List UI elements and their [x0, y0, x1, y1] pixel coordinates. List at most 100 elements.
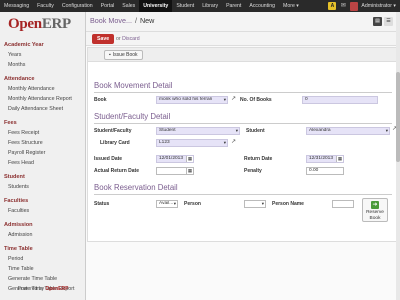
return-date-label: Return Date: [244, 156, 273, 162]
student-faculty-label: Student/Faculty: [94, 128, 132, 134]
form-sheet: ▪ Issue Book Book Movement Detail Book m…: [87, 47, 399, 242]
sidebar-item[interactable]: Students: [0, 182, 86, 192]
top-menu-item[interactable]: University: [139, 0, 173, 12]
sidebar-heading: Student: [4, 174, 25, 180]
sidebar-item[interactable]: Monthly Attendance Report: [0, 94, 86, 104]
arrow-right-icon: ➜: [371, 201, 379, 209]
student-faculty-select[interactable]: Student ▾: [156, 127, 240, 135]
student-field[interactable]: Alexandra ▾: [306, 127, 390, 135]
top-menu-item[interactable]: Parent: [222, 0, 245, 12]
top-menu: Messaging Faculty Configuration Portal Sales…: [0, 0, 303, 12]
chevron-down-icon[interactable]: ▾: [386, 128, 388, 134]
section-divider: [94, 92, 392, 93]
num-books-value: 0: [305, 97, 308, 102]
external-link-icon[interactable]: ↗: [231, 139, 237, 145]
library-card-field[interactable]: L123 ▾: [156, 139, 228, 147]
sidebar-item[interactable]: Fees Head: [0, 158, 86, 168]
chevron-down-icon[interactable]: ▾: [224, 140, 226, 146]
list-view-icon[interactable]: ☰: [384, 17, 393, 26]
person-name-field[interactable]: [332, 200, 354, 208]
sidebar-group: Attendance Monthly Attendance Monthly Atte…: [0, 74, 86, 114]
person-select[interactable]: ▾: [244, 200, 266, 208]
logo-brand: ERP: [41, 16, 71, 32]
issue-book-label: Issue Book: [112, 51, 138, 58]
library-card-value: L123: [159, 140, 170, 145]
or-text: or: [116, 36, 121, 42]
penalty-value: 0.00: [309, 168, 319, 173]
book-value: monk who sold his ferrari: [159, 97, 213, 102]
book-icon: ▪: [109, 51, 111, 58]
chevron-down-icon[interactable]: ▾: [262, 201, 264, 207]
reserve-book-button[interactable]: ➜ Reserve Book: [362, 198, 388, 222]
calendar-icon[interactable]: ▦: [336, 156, 343, 162]
action-bar: Save or Discard: [86, 32, 400, 46]
top-menu-item[interactable]: More ▾: [279, 0, 303, 12]
top-menu-item[interactable]: Messaging: [0, 0, 33, 12]
sidebar-heading: Admission: [4, 222, 33, 228]
avatar[interactable]: [350, 1, 359, 11]
penalty-label: Penalty: [244, 168, 262, 174]
chevron-down-icon[interactable]: ▾: [236, 128, 238, 134]
book-reservation-title: Book Reservation Detail: [94, 183, 178, 192]
discard-button[interactable]: Discard: [122, 36, 140, 42]
sidebar-item[interactable]: Period: [0, 254, 86, 264]
issued-date-field[interactable]: 12/01/2013 ▦: [156, 155, 194, 163]
sidebar-item[interactable]: Payroll Register: [0, 148, 86, 158]
chevron-down-icon[interactable]: ▾: [224, 97, 226, 103]
breadcrumb-separator: /: [134, 16, 137, 25]
sidebar-item[interactable]: Admission: [0, 230, 86, 240]
sidebar: OpenERP Academic Year Years Months Attendan…: [0, 12, 86, 300]
reserve-label-line2: Book: [369, 215, 381, 221]
calendar-icon[interactable]: ▦: [186, 168, 193, 174]
sidebar-item[interactable]: Fees Receipt: [0, 128, 86, 138]
num-books-field[interactable]: 0: [302, 96, 378, 104]
actual-return-date-field[interactable]: ▦: [156, 167, 194, 175]
sidebar-item[interactable]: Fees Structure: [0, 138, 86, 148]
powered-by-brand[interactable]: OpenERP: [45, 286, 68, 292]
sidebar-item[interactable]: Generate Time Table: [0, 274, 86, 284]
scrollbar-thumb[interactable]: [396, 72, 400, 162]
breadcrumb-parent[interactable]: Book Move...: [90, 16, 132, 25]
status-select[interactable]: Avail... ▾: [156, 200, 178, 208]
sidebar-group: Student Students: [0, 172, 86, 192]
chat-icon[interactable]: ✉: [339, 2, 347, 10]
sidebar-item[interactable]: Months: [0, 60, 86, 70]
book-movement-title: Book Movement Detail: [94, 81, 173, 90]
sidebar-item[interactable]: Time Table: [0, 264, 86, 274]
discard-area: or Discard: [116, 34, 140, 44]
save-button[interactable]: Save: [92, 34, 115, 44]
book-field[interactable]: monk who sold his ferrari ▾: [156, 96, 228, 104]
user-menu[interactable]: Administrator ▾: [361, 3, 396, 9]
sidebar-group: Fees Fees Receipt Fees Structure Payroll Re…: [0, 118, 86, 168]
breadcrumb-current: New: [139, 16, 155, 25]
issue-book-button[interactable]: ▪ Issue Book: [104, 50, 143, 60]
top-menu-item[interactable]: Sales: [118, 0, 139, 12]
sidebar-item[interactable]: Years: [0, 50, 86, 60]
top-menu-item[interactable]: Library: [198, 0, 222, 12]
sidebar-nav: Academic Year Years Months Attendance Monthl…: [0, 40, 86, 298]
calendar-icon[interactable]: ▦: [186, 156, 193, 162]
top-menu-item[interactable]: Faculty: [33, 0, 58, 12]
person-label: Person: [184, 201, 201, 207]
top-menu-item[interactable]: Portal: [97, 0, 119, 12]
return-date-field[interactable]: 12/31/2013 ▦: [306, 155, 344, 163]
top-menu-bar: Messaging Faculty Configuration Portal Sales…: [0, 0, 400, 12]
external-link-icon[interactable]: ↗: [231, 96, 237, 102]
sidebar-item[interactable]: Monthly Attendance: [0, 84, 86, 94]
view-header: Book Move... / New ▤ ☰: [86, 12, 400, 32]
sidebar-item[interactable]: Faculties: [0, 206, 86, 216]
form-statusbar: ▪ Issue Book: [88, 48, 398, 62]
top-menu-item[interactable]: Accounting: [245, 0, 279, 12]
sidebar-heading: Academic Year: [4, 42, 44, 48]
sidebar-item[interactable]: Daily Attendance Sheet: [0, 104, 86, 114]
issued-date-label: Issued Date: [94, 156, 123, 162]
top-menu-item[interactable]: Student: [172, 0, 198, 12]
chevron-down-icon[interactable]: ▾: [174, 201, 176, 207]
status-label: Status: [94, 201, 110, 207]
top-menu-item[interactable]: Configuration: [58, 0, 97, 12]
notification-badge[interactable]: A: [328, 2, 337, 10]
logo[interactable]: OpenERP: [8, 16, 71, 33]
form-view-icon[interactable]: ▤: [373, 17, 382, 26]
return-date-value: 12/31/2013: [309, 156, 334, 161]
penalty-field[interactable]: 0.00: [306, 167, 344, 175]
